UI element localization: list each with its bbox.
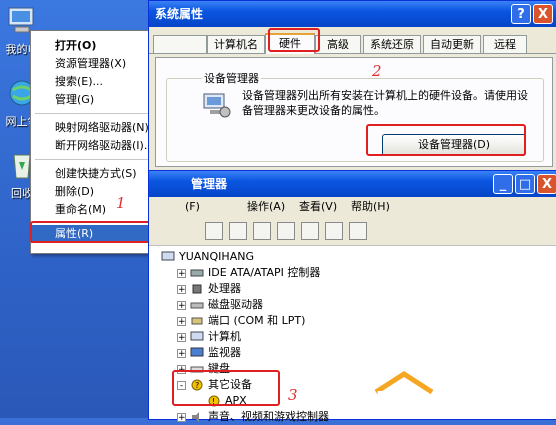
- tree-node-label: 处理器: [208, 282, 241, 295]
- menu-file[interactable]: (F): [185, 197, 200, 217]
- toolbar: [149, 217, 556, 246]
- tab-advanced[interactable]: 高级: [315, 35, 361, 53]
- ide-controller-icon: [190, 269, 204, 277]
- refresh-icon[interactable]: [277, 222, 295, 240]
- annotation-number-1: 1: [116, 194, 126, 212]
- tree-root[interactable]: YUANQIHANG: [161, 249, 254, 265]
- tree-node-label: 计算机: [208, 330, 241, 343]
- scan-hardware-icon[interactable]: [325, 222, 343, 240]
- disk-drive-icon: [190, 302, 204, 309]
- tab-strip: 计算机名 硬件 高级 系统还原 自动更新 远程: [149, 33, 556, 54]
- sound-icon: [192, 412, 199, 422]
- menu-help[interactable]: 帮助(H): [351, 197, 390, 217]
- tree-node-processor[interactable]: + 处理器: [177, 281, 241, 297]
- highlight-other-devices: [172, 370, 280, 406]
- expand-toggle[interactable]: +: [177, 348, 186, 358]
- tree-node-disk[interactable]: + 磁盘驱动器: [177, 297, 263, 313]
- print-icon[interactable]: [253, 222, 271, 240]
- watermark-brand: ROM: [376, 388, 424, 409]
- device-manager-icon: [203, 93, 231, 118]
- highlight-device-manager-button: [366, 124, 526, 156]
- computer-icon: [190, 331, 204, 341]
- uninstall-icon[interactable]: [349, 222, 367, 240]
- menu-action[interactable]: 操作(A): [247, 197, 285, 217]
- tree-view-icon[interactable]: [205, 222, 223, 240]
- expand-toggle[interactable]: +: [177, 332, 186, 342]
- highlight-hardware-tab: [268, 28, 320, 52]
- expand-toggle[interactable]: +: [177, 300, 186, 310]
- tab-remote[interactable]: 远程: [483, 35, 527, 53]
- tree-node-ports[interactable]: + 端口 (COM 和 LPT): [177, 313, 305, 329]
- tree-root-label: YUANQIHANG: [179, 250, 254, 263]
- monitor-icon: [190, 347, 204, 357]
- watermark-url: www.romzhijia.net: [444, 402, 527, 412]
- watermark: ROM rom之家 www.romzhijia.net: [372, 368, 556, 418]
- minimize-button[interactable]: _: [493, 174, 513, 194]
- expand-toggle[interactable]: +: [177, 412, 186, 422]
- tree-node-label: 端口 (COM 和 LPT): [208, 314, 306, 327]
- expand-toggle[interactable]: +: [177, 316, 186, 326]
- tree-node-computer[interactable]: + 计算机: [177, 329, 241, 345]
- expand-toggle[interactable]: +: [177, 268, 186, 278]
- maximize-button[interactable]: □: [515, 174, 535, 194]
- menu-view[interactable]: 查看(V): [299, 197, 337, 217]
- watermark-brand-cn: rom之家: [444, 382, 520, 403]
- window-title: 系统属性: [149, 1, 556, 27]
- close-button[interactable]: X: [533, 4, 553, 24]
- tree-node-label: 监视器: [208, 346, 241, 359]
- tree-node-label: IDE ATA/ATAPI 控制器: [208, 266, 321, 279]
- tab-automatic-updates[interactable]: 自动更新: [423, 35, 481, 53]
- tree-node-ide[interactable]: + IDE ATA/ATAPI 控制器: [177, 265, 320, 281]
- tab-system-restore[interactable]: 系统还原: [363, 35, 421, 53]
- computer-icon: [161, 251, 175, 261]
- tab-computer-name[interactable]: 计算机名: [207, 35, 265, 53]
- help-icon[interactable]: [301, 222, 319, 240]
- annotation-number-2: 2: [372, 62, 382, 80]
- expand-toggle[interactable]: +: [177, 284, 186, 294]
- close-button[interactable]: X: [537, 174, 556, 194]
- desktop: 我的电 网上邻 回收 打开(O) 资源管理器(X) 搜索(E)... 管理(G)…: [0, 0, 556, 423]
- annotation-number-3: 3: [288, 386, 298, 404]
- tree-node-label: 声音、视频和游戏控制器: [208, 410, 329, 423]
- group-title: 设备管理器: [202, 70, 261, 86]
- tree-node-label: 磁盘驱动器: [208, 298, 263, 311]
- menu-bar: (F) 操作(A) 查看(V) 帮助(H): [149, 197, 556, 217]
- processor-icon: [192, 284, 202, 294]
- properties-icon[interactable]: [229, 222, 247, 240]
- port-icon: [191, 317, 203, 325]
- tree-node-sound[interactable]: + 声音、视频和游戏控制器: [177, 409, 329, 425]
- help-button[interactable]: ?: [511, 4, 531, 24]
- device-manager-description: 设备管理器列出所有安装在计算机上的硬件设备。请使用设备管理器来更改设备的属性。: [242, 89, 528, 117]
- tab-general[interactable]: [153, 35, 207, 53]
- tree-node-monitor[interactable]: + 监视器: [177, 345, 241, 361]
